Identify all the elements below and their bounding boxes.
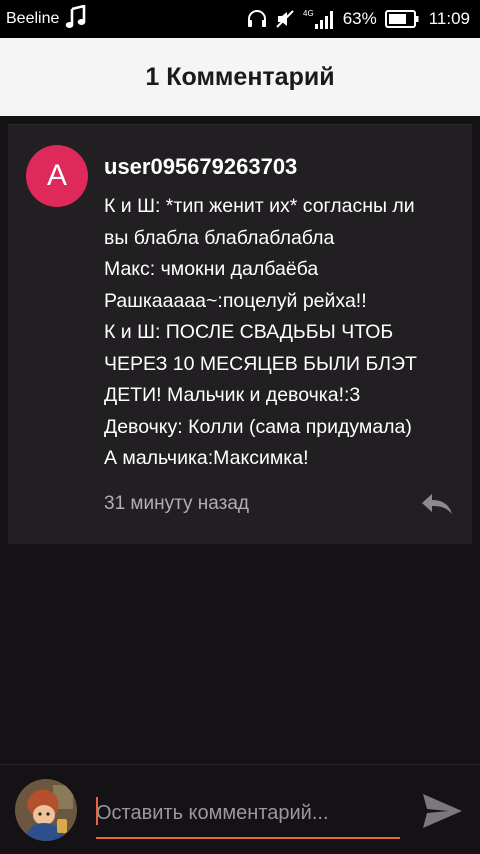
- send-button[interactable]: [420, 789, 464, 833]
- comment-line: вы блабла блаблаблабла: [104, 226, 335, 249]
- avatar[interactable]: A: [26, 145, 88, 207]
- network-type-label: 4G: [303, 9, 314, 18]
- headset-icon: [247, 10, 267, 28]
- comment-line: ДЕТИ! Мальчик и девочка!:3: [104, 384, 361, 406]
- comment-body: user095679263703 К и Ш: *тип женит их* с…: [104, 153, 464, 475]
- text-cursor: [96, 797, 98, 825]
- clock: 11:09: [428, 9, 470, 28]
- comment-text: К и Ш: *тип женит их* согласны ли вы бла…: [104, 191, 464, 475]
- battery-percent: 63%: [342, 9, 377, 28]
- send-icon: [423, 794, 462, 828]
- avatar-letter: A: [46, 159, 67, 192]
- comment-line: Макс: чмокни далбаёба: [104, 258, 319, 280]
- comment-input-bar: [0, 764, 480, 854]
- comment-username[interactable]: user095679263703: [104, 153, 464, 181]
- signal-icon: 4G: [303, 8, 335, 30]
- status-bar: Beeline 4G 63% 11:09: [0, 0, 480, 38]
- comment-line: Рашкааааа~:поцелуй рейха!!: [104, 289, 367, 312]
- comment-line: Девочку: Колли (сама придумала): [104, 415, 412, 438]
- reply-icon[interactable]: [420, 491, 454, 522]
- comment-timestamp: 31 минуту назад: [104, 493, 249, 514]
- muted-icon: [275, 9, 295, 29]
- comment-line: К и Ш: ПОСЛЕ СВАДЬБЫ ЧТОБ: [104, 321, 394, 343]
- carrier-label: Beeline: [6, 10, 60, 27]
- header: 1 Комментарий: [0, 38, 480, 116]
- user-avatar[interactable]: [15, 779, 77, 841]
- comment-line: А мальчика:Максимка!: [104, 447, 309, 469]
- music-note-icon: [65, 3, 87, 34]
- comment-line: ЧЕРЕЗ 10 МЕСЯЦЕВ БЫЛИ БЛЭТ: [104, 352, 417, 375]
- comment-input[interactable]: [96, 789, 400, 839]
- battery-icon: [384, 10, 419, 28]
- page-title: 1 Комментарий: [145, 62, 335, 91]
- comment-line: К и Ш: *тип женит их* согласны ли: [104, 195, 415, 217]
- comment-card: A user095679263703 К и Ш: *тип женит их*…: [8, 124, 472, 544]
